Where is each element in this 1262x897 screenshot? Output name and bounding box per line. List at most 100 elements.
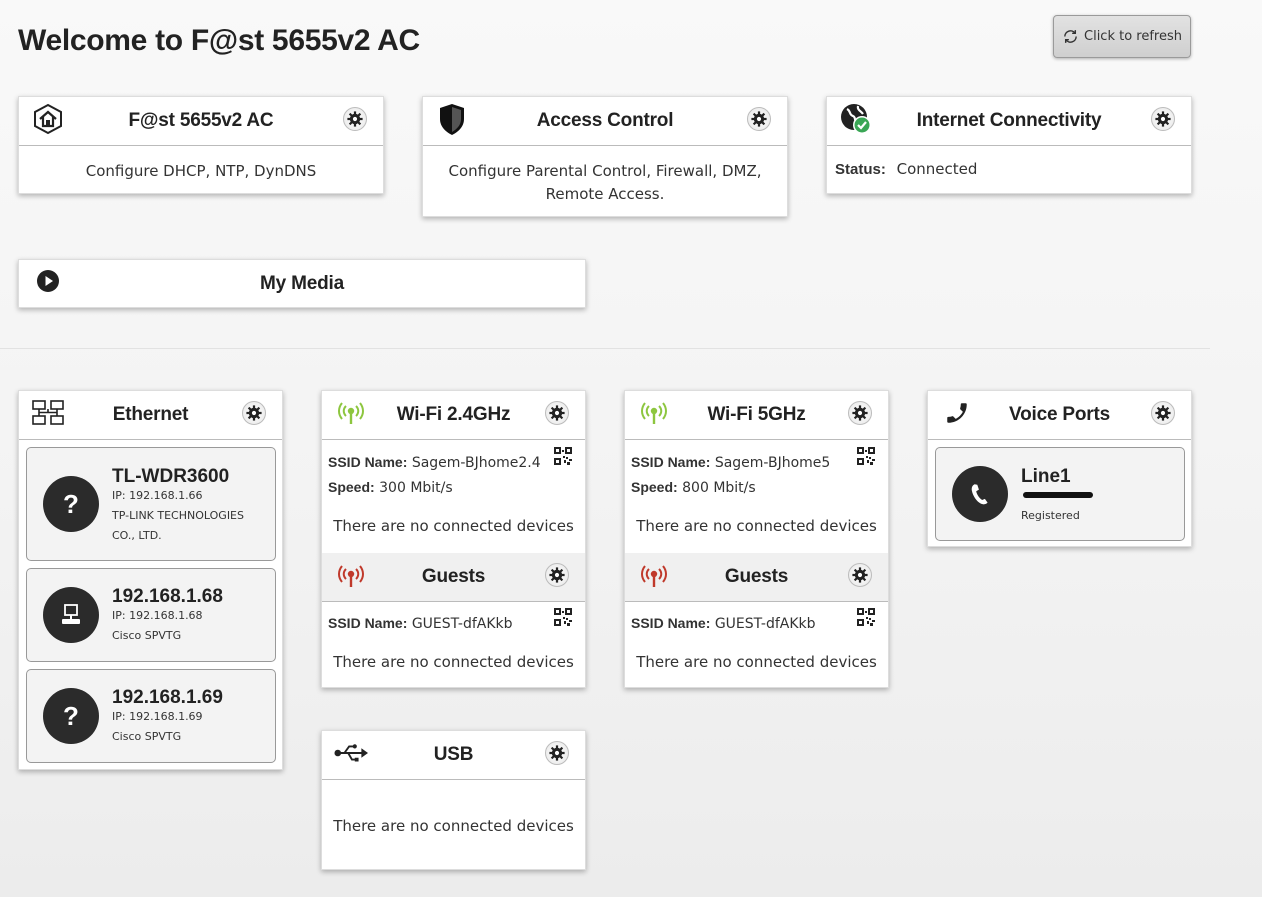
ssid-label: SSID Name:: [631, 615, 711, 631]
internet-card-header[interactable]: Internet Connectivity: [827, 97, 1191, 146]
ethernet-device[interactable]: ? TL-WDR3600 IP: 192.168.1.66 TP-LINK TE…: [26, 447, 276, 561]
shield-icon: [435, 102, 469, 136]
ethernet-card: Ethernet ? TL-WDR3600 IP: 192.168.1.66 T…: [18, 390, 283, 770]
wifi-5-header[interactable]: Wi-Fi 5GHz: [625, 391, 888, 440]
voice-ports-card: Voice Ports Line1 Registered: [927, 390, 1192, 547]
network-icon: [31, 396, 65, 430]
ethernet-title: Ethernet: [112, 404, 189, 425]
ethernet-device[interactable]: 192.168.1.68 IP: 192.168.1.68 Cisco SPVT…: [26, 568, 276, 662]
wifi-24-gear-icon[interactable]: [545, 401, 569, 425]
qr-code-icon[interactable]: [554, 608, 572, 626]
wifi-24-ssid-row: SSID Name: Sagem-BJhome2.4: [328, 454, 541, 471]
ssid-label: SSID Name:: [631, 454, 711, 470]
redacted-number: [1023, 492, 1093, 498]
internet-status-row: Status: Connected: [827, 146, 1191, 178]
voice-ports-title: Voice Ports: [1009, 404, 1110, 425]
wifi-5-guests-header[interactable]: Guests: [625, 553, 888, 602]
wifi-5-gear-icon[interactable]: [848, 401, 872, 425]
speed-value: 300 Mbit/s: [379, 480, 453, 496]
wifi-24-speed-row: Speed: 300 Mbit/s: [328, 479, 453, 496]
router-settings-gear-icon[interactable]: [343, 107, 367, 131]
qr-code-icon[interactable]: [554, 447, 572, 465]
my-media-card[interactable]: My Media: [18, 259, 586, 308]
phone-handset-icon: [952, 466, 1008, 522]
play-icon: [31, 264, 65, 298]
usb-title: USB: [433, 744, 474, 765]
page-title: Welcome to F@st 5655v2 AC: [18, 24, 420, 57]
qr-code-icon[interactable]: [857, 447, 875, 465]
no-devices-text: There are no connected devices: [636, 653, 877, 671]
router-card: F@st 5655v2 AC Configure DHCP, NTP, DynD…: [18, 96, 384, 194]
wifi-5-guests-title: Guests: [724, 566, 789, 587]
usb-icon: [334, 736, 368, 770]
ssid-label: SSID Name:: [328, 615, 408, 631]
wifi-5-ssid-row: SSID Name: Sagem-BJhome5: [631, 454, 830, 471]
device-ip: IP: 192.168.1.68: [112, 609, 203, 622]
access-control-desc: Configure Parental Control, Firewall, DM…: [423, 146, 787, 206]
voice-ports-header[interactable]: Voice Ports: [928, 391, 1191, 440]
wifi-24-guests-gear-icon[interactable]: [545, 563, 569, 587]
device-vendor: TP-LINK TECHNOLOGIES: [112, 509, 244, 522]
access-control-desc-line1: Configure Parental Control, Firewall, DM…: [448, 162, 762, 180]
refresh-button[interactable]: Click to refresh: [1053, 15, 1191, 58]
computer-icon: [43, 587, 99, 643]
access-control-gear-icon[interactable]: [747, 107, 771, 131]
wifi-5-guests-gear-icon[interactable]: [848, 563, 872, 587]
ssid-label: SSID Name:: [328, 454, 408, 470]
wifi-5-guest-ssid-row: SSID Name: GUEST-dfAKkb: [631, 615, 816, 632]
ssid-value: Sagem-BJhome5: [714, 455, 831, 471]
question-icon: ?: [43, 476, 99, 532]
wifi-24-title: Wi-Fi 2.4GHz: [396, 404, 511, 425]
internet-settings-gear-icon[interactable]: [1151, 107, 1175, 131]
access-control-desc-line2: Remote Access.: [545, 185, 665, 203]
refresh-icon: [1064, 30, 1077, 43]
device-vendor: Cisco SPVTG: [112, 730, 182, 743]
device-name: 192.168.1.68: [112, 586, 223, 607]
wifi-24-guests-title: Guests: [421, 566, 486, 587]
ssid-value: GUEST-dfAKkb: [411, 616, 513, 632]
globe-check-icon: [839, 102, 873, 136]
ethernet-gear-icon[interactable]: [242, 401, 266, 425]
internet-card: Internet Connectivity Status: Connected: [826, 96, 1192, 194]
ethernet-device[interactable]: ? 192.168.1.69 IP: 192.168.1.69 Cisco SP…: [26, 669, 276, 763]
guest-wifi-antenna-icon: [637, 559, 671, 593]
wifi-5-card: Wi-Fi 5GHz SSID Name: Sagem-BJhome5 Spee…: [624, 390, 889, 688]
device-name: TL-WDR3600: [112, 466, 230, 487]
home-icon: [31, 102, 65, 136]
line-status: Registered: [1021, 509, 1080, 522]
ethernet-card-header[interactable]: Ethernet: [19, 391, 282, 440]
qr-code-icon[interactable]: [857, 608, 875, 626]
device-ip: IP: 192.168.1.69: [112, 710, 203, 723]
no-devices-text: There are no connected devices: [333, 817, 574, 835]
router-card-header[interactable]: F@st 5655v2 AC: [19, 97, 383, 146]
guest-wifi-antenna-icon: [334, 559, 368, 593]
wifi-antenna-icon: [334, 396, 368, 430]
internet-status-value: Connected: [896, 160, 978, 178]
router-card-title: F@st 5655v2 AC: [128, 110, 274, 131]
device-vendor-line2: CO., LTD.: [112, 529, 162, 542]
wifi-24-header[interactable]: Wi-Fi 2.4GHz: [322, 391, 585, 440]
device-ip: IP: 192.168.1.66: [112, 489, 203, 502]
line-name: Line1: [1021, 466, 1071, 487]
section-divider: [0, 348, 1210, 349]
my-media-header[interactable]: My Media: [19, 260, 585, 307]
no-devices-text: There are no connected devices: [333, 517, 574, 535]
voice-line-item[interactable]: Line1 Registered: [935, 447, 1185, 541]
my-media-title: My Media: [260, 272, 344, 294]
speed-value: 800 Mbit/s: [682, 480, 756, 496]
internet-card-title: Internet Connectivity: [916, 110, 1102, 131]
access-control-card: Access Control Configure Parental Contro…: [422, 96, 788, 217]
voice-ports-gear-icon[interactable]: [1151, 401, 1175, 425]
usb-gear-icon[interactable]: [545, 741, 569, 765]
device-vendor: Cisco SPVTG: [112, 629, 182, 642]
usb-header[interactable]: USB: [322, 731, 585, 780]
ssid-value: GUEST-dfAKkb: [714, 616, 816, 632]
wifi-24-guests-header[interactable]: Guests: [322, 553, 585, 602]
no-devices-text: There are no connected devices: [333, 653, 574, 671]
no-devices-text: There are no connected devices: [636, 517, 877, 535]
device-name: 192.168.1.69: [112, 687, 223, 708]
router-card-desc: Configure DHCP, NTP, DynDNS: [85, 162, 317, 180]
wifi-24-card: Wi-Fi 2.4GHz SSID Name: Sagem-BJhome2.4 …: [321, 390, 586, 688]
access-control-header[interactable]: Access Control: [423, 97, 787, 146]
wifi-5-speed-row: Speed: 800 Mbit/s: [631, 479, 756, 496]
